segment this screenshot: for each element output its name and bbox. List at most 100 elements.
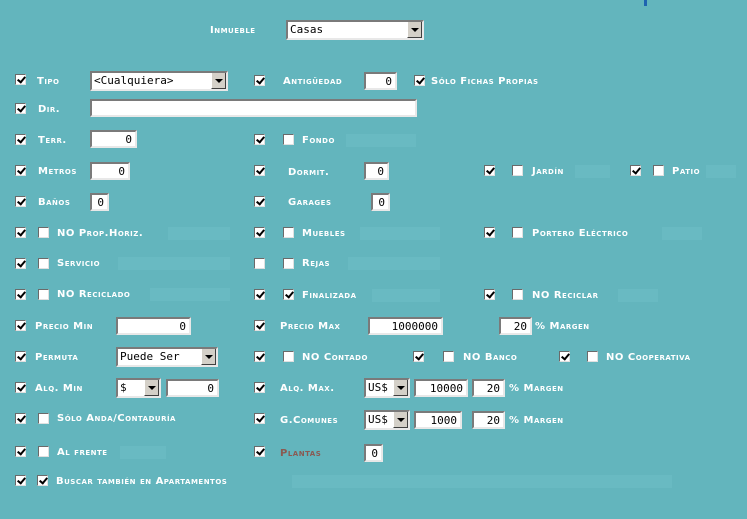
fondo-checkbox[interactable] [283, 134, 294, 145]
label-shade [150, 288, 230, 301]
rejas-enable-checkbox[interactable] [254, 258, 265, 269]
g-comunes-input[interactable]: 1000 [414, 411, 462, 429]
plantas-label: Plantas [280, 448, 322, 459]
alq-margen-label: % Margen [509, 383, 564, 394]
jardin-label: Jardín [532, 166, 564, 177]
chevron-down-icon[interactable] [144, 380, 159, 396]
chevron-down-icon[interactable] [201, 349, 216, 365]
servicio-enable-checkbox[interactable] [15, 258, 26, 269]
alq-max-input[interactable]: 10000 [414, 379, 468, 397]
jardin-checkbox[interactable] [512, 165, 523, 176]
label-shade [346, 134, 416, 147]
banos-checkbox[interactable] [15, 196, 26, 207]
alq-max-currency-select[interactable]: US$ [364, 378, 410, 398]
precio-margen-input[interactable]: 20 [499, 317, 532, 335]
banos-input[interactable]: 0 [90, 193, 109, 211]
solo-fichas-checkbox[interactable] [414, 75, 425, 86]
alq-max-checkbox[interactable] [254, 382, 265, 393]
plantas-checkbox[interactable] [254, 446, 265, 457]
muebles-label: Muebles [302, 228, 346, 239]
muebles-enable-checkbox[interactable] [254, 227, 265, 238]
al-frente-checkbox[interactable] [38, 446, 49, 457]
buscar-apartamentos-enable-checkbox[interactable] [15, 475, 26, 486]
no-cooperativa-checkbox[interactable] [587, 351, 598, 362]
no-contado-label: NO Contado [302, 352, 368, 363]
metros-input[interactable]: 0 [90, 162, 130, 180]
g-comunes-currency-select[interactable]: US$ [364, 410, 410, 430]
no-reciclar-enable-checkbox[interactable] [484, 289, 495, 300]
fondo-enable-checkbox[interactable] [254, 134, 265, 145]
finalizada-checkbox[interactable] [283, 289, 294, 300]
tipo-checkbox[interactable] [15, 74, 26, 85]
alq-min-currency-select[interactable]: $ [116, 378, 161, 398]
no-prop-horiz-enable-checkbox[interactable] [15, 227, 26, 238]
rejas-checkbox[interactable] [283, 258, 294, 269]
solo-anda-enable-checkbox[interactable] [15, 413, 26, 424]
dormit-checkbox[interactable] [254, 165, 265, 176]
precio-max-checkbox[interactable] [254, 320, 265, 331]
al-frente-enable-checkbox[interactable] [15, 446, 26, 457]
no-cooperativa-enable-checkbox[interactable] [559, 351, 570, 362]
precio-min-input[interactable]: 0 [116, 317, 191, 335]
patio-enable-checkbox[interactable] [630, 165, 641, 176]
servicio-checkbox[interactable] [38, 258, 49, 269]
garages-input[interactable]: 0 [371, 193, 390, 211]
label-shade [168, 227, 230, 240]
chevron-down-icon[interactable] [211, 73, 226, 89]
jardin-enable-checkbox[interactable] [484, 165, 495, 176]
antiguedad-input[interactable]: 0 [364, 72, 397, 90]
no-reciclar-checkbox[interactable] [512, 289, 523, 300]
patio-checkbox[interactable] [653, 165, 664, 176]
dormit-input[interactable]: 0 [364, 162, 389, 180]
banos-label: Baños [38, 197, 71, 208]
label-shade [118, 257, 230, 270]
alq-min-input[interactable]: 0 [166, 379, 219, 397]
terr-checkbox[interactable] [15, 134, 26, 145]
buscar-apartamentos-checkbox[interactable] [37, 475, 48, 486]
garages-label: Garages [288, 197, 332, 208]
permuta-select[interactable]: Puede Ser [116, 347, 218, 367]
terr-input[interactable]: 0 [90, 130, 137, 148]
no-reciclado-checkbox[interactable] [38, 289, 49, 300]
no-banco-enable-checkbox[interactable] [413, 351, 424, 362]
top-edge-mark [644, 0, 647, 6]
metros-checkbox[interactable] [15, 165, 26, 176]
no-banco-checkbox[interactable] [443, 351, 454, 362]
no-prop-horiz-checkbox[interactable] [38, 227, 49, 238]
chevron-down-icon[interactable] [393, 380, 408, 396]
portero-checkbox[interactable] [512, 227, 523, 238]
tipo-select[interactable]: <Cualquiera> [90, 71, 228, 91]
label-shade [348, 257, 440, 270]
dir-checkbox[interactable] [15, 103, 26, 114]
alq-margen-input[interactable]: 20 [472, 379, 505, 397]
chevron-down-icon[interactable] [407, 22, 422, 38]
label-shade [120, 446, 166, 459]
portero-enable-checkbox[interactable] [484, 227, 495, 238]
permuta-checkbox[interactable] [15, 351, 26, 362]
metros-label: Metros [38, 166, 77, 177]
label-shade [706, 165, 736, 178]
finalizada-enable-checkbox[interactable] [254, 289, 265, 300]
precio-margen-label: % Margen [535, 321, 590, 332]
g-comunes-checkbox[interactable] [254, 413, 265, 424]
portero-label: Portero Eléctrico [532, 228, 629, 239]
precio-max-input[interactable]: 1000000 [368, 317, 443, 335]
antiguedad-checkbox[interactable] [254, 75, 265, 86]
solo-anda-checkbox[interactable] [38, 413, 49, 424]
plantas-input[interactable]: 0 [364, 444, 383, 462]
g-comunes-margen-input[interactable]: 20 [472, 411, 505, 429]
no-reciclado-enable-checkbox[interactable] [15, 289, 26, 300]
no-contado-enable-checkbox[interactable] [254, 351, 265, 362]
muebles-checkbox[interactable] [283, 227, 294, 238]
finalizada-label: Finalizada [302, 290, 357, 301]
inmueble-select[interactable]: Casas [286, 20, 424, 40]
garages-checkbox[interactable] [254, 196, 265, 207]
precio-min-checkbox[interactable] [15, 320, 26, 331]
g-comunes-label: G.Comunes [280, 415, 339, 426]
no-reciclado-label: NO Reciclado [57, 289, 131, 300]
terr-label: Terr. [38, 135, 67, 146]
no-contado-checkbox[interactable] [283, 351, 294, 362]
dir-input[interactable] [90, 99, 417, 117]
alq-min-checkbox[interactable] [15, 382, 26, 393]
chevron-down-icon[interactable] [393, 412, 408, 428]
